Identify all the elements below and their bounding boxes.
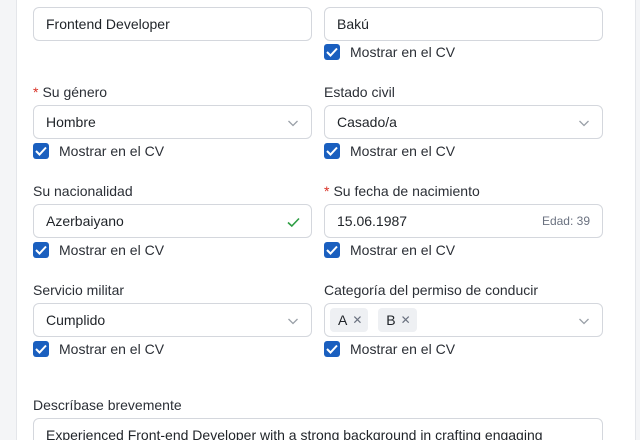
city-show-cv-checkbox[interactable]: Mostrar en el CV [324,44,455,60]
checkbox-checked-icon[interactable] [324,44,340,60]
chevron-down-icon [578,116,590,128]
license-tags: A ✕ B ✕ [330,308,578,332]
gender-show-cv-label: Mostrar en el CV [59,143,165,159]
military-select[interactable]: Cumplido [33,303,312,337]
checkbox-checked-icon[interactable] [324,341,340,357]
nationality-select[interactable]: Azerbaiyano [33,204,312,238]
marital-label: Estado civil [324,84,395,100]
license-multiselect[interactable]: A ✕ B ✕ [324,303,603,337]
close-icon[interactable]: ✕ [401,313,411,327]
license-tag: A ✕ [330,308,369,332]
gender-value: Hombre [46,114,96,130]
license-show-cv-label: Mostrar en el CV [350,341,456,357]
close-icon[interactable]: ✕ [352,313,362,327]
gender-show-cv-checkbox[interactable]: Mostrar en el CV [33,143,164,159]
city-input[interactable]: Bakú [324,7,603,41]
chevron-down-icon [578,314,590,326]
age-badge: Edad: 39 [541,214,590,228]
chevron-down-icon [287,116,299,128]
marital-value: Casado/a [337,114,397,130]
position-input[interactable]: Frontend Developer [33,7,312,41]
checkbox-checked-icon[interactable] [324,143,340,159]
position-value: Frontend Developer [46,16,170,32]
birthdate-show-cv-checkbox[interactable]: Mostrar en el CV [324,242,455,258]
nationality-show-cv-checkbox[interactable]: Mostrar en el CV [33,242,164,258]
birthdate-value: 15.06.1987 [337,213,408,229]
required-mark: * [324,183,330,199]
nationality-value: Azerbaiyano [46,213,124,229]
nationality-label: Su nacionalidad [33,183,133,199]
military-show-cv-checkbox[interactable]: Mostrar en el CV [33,341,164,357]
checkbox-checked-icon[interactable] [33,341,49,357]
military-show-cv-label: Mostrar en el CV [59,341,165,357]
city-show-cv-label: Mostrar en el CV [350,44,456,60]
required-mark: * [33,84,39,100]
nationality-show-cv-label: Mostrar en el CV [59,242,165,258]
marital-show-cv-checkbox[interactable]: Mostrar en el CV [324,143,455,159]
about-textarea[interactable]: Experienced Front-end Developer with a s… [33,418,603,440]
checkmark-icon [287,215,300,228]
birthdate-input[interactable]: 15.06.1987 Edad: 39 [324,204,603,238]
military-value: Cumplido [46,312,106,328]
military-label: Servicio militar [33,282,125,298]
marital-select[interactable]: Casado/a [324,105,603,139]
gender-select[interactable]: Hombre [33,105,312,139]
license-tag: B ✕ [378,308,417,332]
license-label: Categoría del permiso de conducir [324,282,539,298]
marital-show-cv-label: Mostrar en el CV [350,143,456,159]
city-value: Bakú [337,16,369,32]
checkbox-checked-icon[interactable] [33,143,49,159]
checkbox-checked-icon[interactable] [324,242,340,258]
chevron-down-icon [287,314,299,326]
license-show-cv-checkbox[interactable]: Mostrar en el CV [324,341,455,357]
gender-label: * Su género [33,84,108,100]
checkbox-checked-icon[interactable] [33,242,49,258]
about-label: Descríbase brevemente [33,397,182,413]
profile-form-card: Frontend Developer Bakú Mostrar en el CV… [16,0,636,440]
birthdate-show-cv-label: Mostrar en el CV [350,242,456,258]
birthdate-label: * Su fecha de nacimiento [324,183,480,199]
